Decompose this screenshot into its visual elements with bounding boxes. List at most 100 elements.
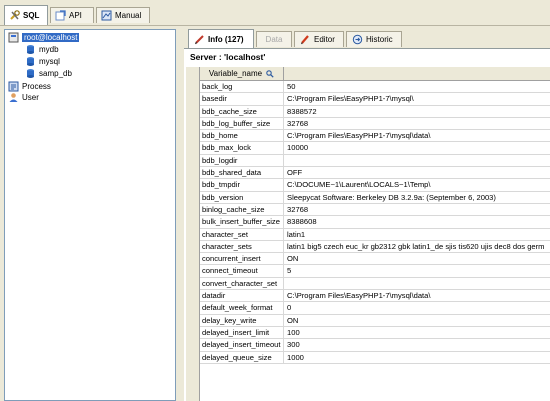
tree-root-label: root@localhost [22, 33, 80, 42]
server-label: Server : 'localhost' [190, 52, 266, 62]
variable-name-cell: bdb_shared_data [200, 167, 284, 179]
variable-name-cell: character_sets [200, 240, 284, 253]
variable-value-cell: OFF [287, 168, 303, 178]
variable-value-cell: latin1 big5 czech euc_kr gb2312 gbk lati… [287, 241, 545, 251]
sql-wrench-icon [10, 10, 20, 20]
table-row[interactable]: bdb_version Sleepycat Software: Berkeley … [200, 191, 550, 204]
tree-node-root[interactable]: root@localhost [8, 32, 80, 43]
table-row[interactable]: connect_timeout 5 [200, 265, 550, 278]
row-indicator-column [186, 67, 200, 401]
variable-name-cell: basedir [200, 93, 284, 105]
table-row[interactable]: character_set latin1 [200, 228, 550, 241]
variable-name-cell: bdb_version [200, 191, 284, 203]
variable-value-cell: ON [287, 254, 299, 264]
variable-value-cell: C:\Program Files\EasyPHP1-7\mysql\data\ [287, 291, 431, 301]
variable-value-cell: C:\Program Files\EasyPHP1-7\mysql\data\ [287, 131, 431, 141]
table-row[interactable]: bdb_home C:\Program Files\EasyPHP1-7\mysq… [200, 130, 550, 143]
variable-name-cell: datadir [200, 290, 284, 302]
variable-name-cell: binlog_cache_size [200, 203, 284, 216]
table-row[interactable]: bdb_cache_size 8388572 [200, 105, 550, 118]
variable-value-cell: 32768 [287, 204, 309, 214]
manual-icon [101, 10, 112, 21]
variable-value-cell: 8388572 [287, 106, 317, 116]
info-pane: Info (127) Data Editor Historic Server :… [184, 29, 550, 401]
variable-name-cell: delayed_insert_timeout [200, 339, 284, 351]
table-row[interactable]: bdb_tmpdir C:\DOCUME~1\Laurent\LOCALS~1\T… [200, 179, 550, 192]
variable-name-cell: bdb_logdir [200, 154, 284, 167]
tab-data[interactable]: Data [256, 31, 292, 47]
tab-api-label: API [69, 11, 82, 20]
variable-name-cell: default_week_format [200, 302, 284, 314]
table-row[interactable]: character_sets latin1 big5 czech euc_kr g… [200, 240, 550, 254]
table-row[interactable]: delay_key_write ON [200, 314, 550, 327]
tab-editor[interactable]: Editor [294, 31, 344, 47]
table-row[interactable]: bdb_logdir [200, 154, 550, 168]
table-row[interactable]: default_week_format 0 [200, 302, 550, 315]
table-row[interactable]: bdb_shared_data OFF [200, 167, 550, 180]
tree-db-label: mydb [39, 45, 59, 54]
table-row[interactable]: convert_character_set [200, 277, 550, 291]
user-icon [9, 93, 18, 102]
search-icon[interactable] [266, 69, 274, 78]
variable-name-cell: bdb_cache_size [200, 105, 284, 117]
tab-data-label: Data [265, 35, 283, 44]
tree-db-label: mysql [39, 57, 60, 66]
variable-value-cell: 0 [287, 303, 292, 313]
table-row[interactable]: concurrent_insert ON [200, 253, 550, 266]
tab-editor-label: Editor [314, 35, 335, 44]
tab-info[interactable]: Info (127) [188, 29, 254, 48]
api-icon [55, 10, 66, 21]
tab-api[interactable]: API [50, 7, 94, 23]
table-row[interactable]: delayed_insert_limit 100 [200, 326, 550, 340]
variable-value-cell: 50 [287, 82, 296, 91]
grid-rows: back_log 50 basedir C:\Program Files\EasyPH… [200, 81, 550, 364]
tree-db-label: samp_db [39, 69, 72, 78]
tab-info-label: Info (127) [208, 34, 244, 44]
variable-value-cell: C:\DOCUME~1\Laurent\LOCALS~1\Temp\ [287, 180, 431, 190]
table-row[interactable]: delayed_insert_timeout 300 [200, 339, 550, 352]
variable-value-cell: latin1 [287, 229, 306, 239]
variable-name-cell: delayed_queue_size [200, 351, 284, 363]
tab-historic[interactable]: Historic [346, 31, 402, 47]
tree-node-process[interactable]: Process [8, 81, 51, 92]
tab-sql[interactable]: SQL [4, 5, 48, 25]
database-icon [27, 45, 34, 54]
variable-name-cell: back_log [200, 81, 284, 93]
table-row[interactable]: bdb_max_lock 10000 [200, 142, 550, 155]
server-tree: root@localhost mydb mysql samp_db Proces… [4, 29, 176, 401]
variable-value-cell: 300 [287, 340, 300, 350]
server-icon [8, 32, 19, 43]
table-row[interactable]: bdb_log_buffer_size 32768 [200, 117, 550, 131]
table-row[interactable]: back_log 50 [200, 81, 550, 94]
table-row[interactable]: datadir C:\Program Files\EasyPHP1-7\mysql… [200, 290, 550, 303]
tree-node-mydb[interactable]: mydb [25, 44, 59, 55]
variable-name-cell: delay_key_write [200, 314, 284, 326]
variable-name-cell: bdb_home [200, 130, 284, 142]
variable-name-cell: convert_character_set [200, 277, 284, 290]
table-row[interactable]: basedir C:\Program Files\EasyPHP1-7\mysql… [200, 93, 550, 106]
variable-value-cell: Sleepycat Software: Berkeley DB 3.2.9a: … [287, 192, 496, 202]
variable-name-cell: delayed_insert_limit [200, 326, 284, 339]
tab-sql-label: SQL [23, 11, 40, 20]
variable-name-cell: bdb_tmpdir [200, 179, 284, 191]
tab-manual-label: Manual [115, 11, 142, 20]
info-icon [194, 34, 204, 44]
top-tab-bar: SQL API Manual [0, 0, 550, 26]
pane-splitter[interactable] [177, 29, 183, 401]
tree-node-user[interactable]: User [8, 92, 39, 103]
tree-node-mysql[interactable]: mysql [25, 56, 60, 67]
table-row[interactable]: delayed_queue_size 1000 [200, 351, 550, 364]
tab-manual[interactable]: Manual [96, 7, 150, 23]
table-row[interactable]: bulk_insert_buffer_size 8388608 [200, 216, 550, 229]
process-icon [8, 81, 19, 92]
tree-node-samp-db[interactable]: samp_db [25, 68, 72, 79]
variable-name-cell: bulk_insert_buffer_size [200, 216, 284, 228]
variable-value-cell: 100 [287, 327, 300, 337]
variable-value-cell: C:\Program Files\EasyPHP1-7\mysql\ [287, 94, 414, 104]
variable-value-cell: 1000 [287, 352, 304, 362]
column-header-variable-name[interactable]: Variable_name [200, 67, 284, 80]
variable-value-cell [285, 155, 550, 166]
table-row[interactable]: binlog_cache_size 32768 [200, 203, 550, 217]
variable-value-cell: 8388608 [287, 217, 317, 227]
variable-name-cell: connect_timeout [200, 265, 284, 277]
